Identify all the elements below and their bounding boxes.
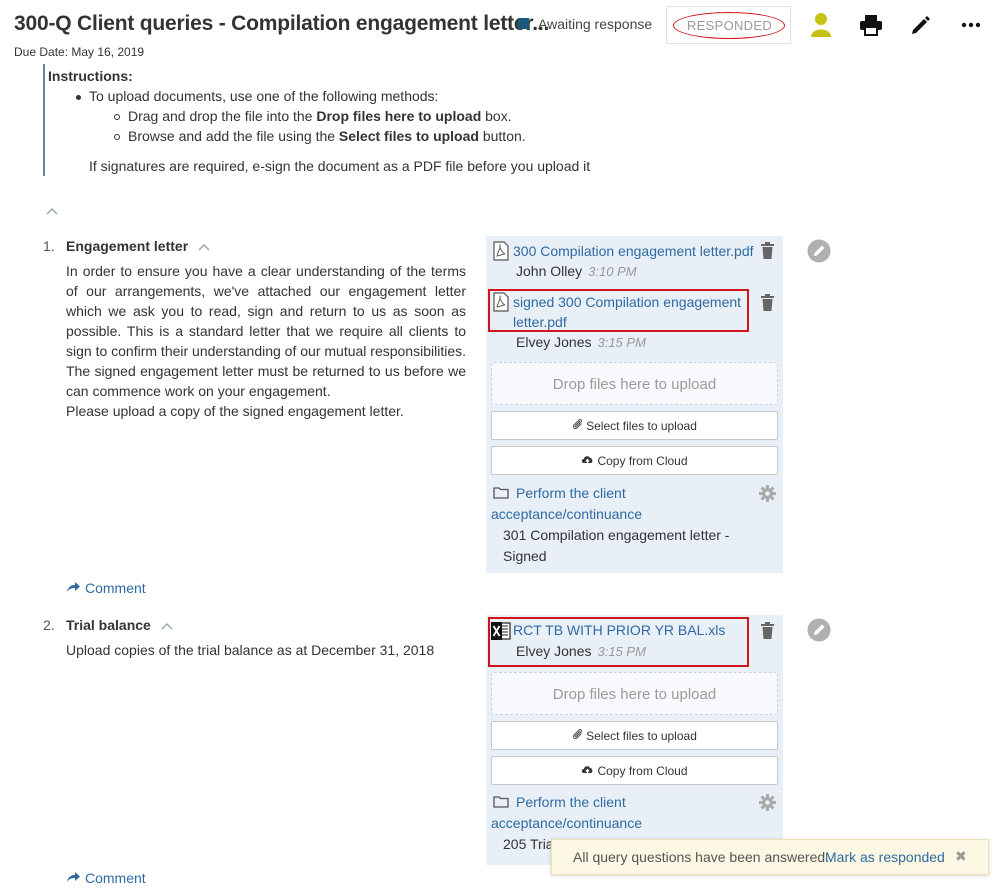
pdf-file-icon: [493, 292, 509, 315]
reply-arrow-icon: [66, 580, 81, 596]
due-date: Due Date: May 16, 2019: [14, 45, 145, 59]
print-icon[interactable]: [858, 12, 884, 38]
text-bold: Drop files here to upload: [316, 108, 482, 124]
reply-arrow-icon: [66, 870, 81, 886]
file-meta: Elvey Jones 3:15 PM: [516, 334, 646, 350]
paperclip-icon: [572, 728, 583, 743]
select-files-button[interactable]: Select files to upload: [491, 411, 778, 440]
text: box.: [481, 108, 512, 124]
comment-label: Comment: [85, 870, 146, 886]
text: Browse and add the file using the: [128, 128, 339, 144]
comment-label: Comment: [85, 580, 146, 596]
instructions-note: If signatures are required, e-sign the d…: [89, 158, 591, 174]
copy-from-cloud-label: Copy from Cloud: [597, 763, 688, 778]
file-meta: John Olley 3:10 PM: [516, 263, 637, 279]
cloud-upload-icon: [581, 454, 594, 468]
file-link[interactable]: letter.pdf: [513, 312, 567, 332]
file-user: Elvey Jones: [516, 334, 592, 350]
question-body: Upload copies of the trial balance as at…: [66, 642, 435, 658]
question-header: Trial balance: [66, 617, 173, 633]
user-icon[interactable]: [808, 12, 834, 38]
status-indicator: [518, 18, 529, 29]
copy-from-cloud-button[interactable]: Copy from Cloud: [491, 446, 778, 475]
more-horizontal-icon[interactable]: [958, 12, 984, 38]
paperclip-icon: [572, 418, 583, 433]
file-time: 3:10 PM: [588, 264, 637, 279]
drop-zone[interactable]: Drop files here to upload: [491, 672, 778, 715]
notification-toast: All query questions have been answered. …: [551, 839, 989, 875]
procedure-document: Signed: [503, 548, 547, 564]
question-title: Engagement letter: [66, 238, 189, 254]
instructions-title: Instructions:: [48, 68, 133, 84]
question-body-2: Please upload a copy of the signed engag…: [66, 403, 404, 419]
question-number: 2.: [43, 617, 55, 633]
file-link[interactable]: signed 300 Compilation engagement: [513, 292, 741, 312]
close-icon[interactable]: ✖: [955, 848, 967, 865]
file-meta: Elvey Jones 3:15 PM: [516, 643, 646, 659]
pdf-file-icon: [493, 241, 509, 264]
copy-from-cloud-label: Copy from Cloud: [597, 453, 688, 468]
question-body: In order to ensure you have a clear unde…: [66, 263, 466, 399]
responded-button[interactable]: RESPONDED: [666, 6, 791, 44]
bullet-circle: [114, 134, 120, 141]
file-user: John Olley: [516, 263, 583, 279]
gear-icon[interactable]: [759, 485, 776, 505]
instructions-bullet: To upload documents, use one of the foll…: [76, 88, 438, 104]
file-link[interactable]: RCT TB WITH PRIOR YR BAL.xls: [513, 620, 725, 640]
bullet-circle: [114, 114, 120, 121]
gear-icon[interactable]: [759, 794, 776, 814]
trash-icon[interactable]: [760, 241, 775, 263]
collapse-question-icon[interactable]: [198, 238, 210, 254]
collapse-instructions-icon[interactable]: [46, 202, 58, 218]
edit-question-icon[interactable]: [807, 618, 831, 645]
page-title: 300-Q Client queries - Compilation engag…: [14, 12, 550, 35]
cloud-upload-icon: [581, 764, 594, 778]
select-files-button[interactable]: Select files to upload: [491, 721, 778, 750]
bullet-dot: [76, 94, 81, 100]
file-link[interactable]: 300 Compilation engagement letter.pdf: [513, 241, 754, 261]
folder-icon: [493, 486, 509, 502]
text: button.: [478, 128, 526, 144]
question-header: Engagement letter: [66, 238, 210, 254]
drop-zone[interactable]: Drop files here to upload: [491, 362, 778, 405]
copy-from-cloud-button[interactable]: Copy from Cloud: [491, 756, 778, 785]
file-user: Elvey Jones: [516, 643, 592, 659]
text-bold: Select files to upload: [338, 128, 479, 144]
instructions-bullet-text: To upload documents, use one of the foll…: [89, 88, 439, 104]
instructions-border: [43, 64, 45, 176]
procedure-link[interactable]: acceptance/continuance: [491, 504, 642, 524]
procedure-document: 301 Compilation engagement letter -: [503, 527, 730, 543]
excel-file-icon: [491, 621, 511, 644]
text: Drag and drop the file into the: [128, 108, 317, 124]
instructions-sub-2: Browse and add the file using the Select…: [114, 128, 526, 144]
file-time: 3:15 PM: [597, 335, 646, 350]
folder-icon: [493, 795, 509, 811]
toast-message: All query questions have been answered.: [573, 849, 830, 865]
edit-pencil-icon[interactable]: [908, 12, 934, 38]
responded-label: RESPONDED: [686, 18, 773, 33]
select-files-label: Select files to upload: [586, 418, 697, 433]
question-title: Trial balance: [66, 617, 151, 633]
procedure-link[interactable]: Perform the client: [516, 792, 626, 812]
instructions-sub-1: Drag and drop the file into the Drop fil…: [114, 108, 512, 124]
select-files-label: Select files to upload: [586, 728, 697, 743]
comment-link[interactable]: Comment: [66, 870, 146, 886]
status-label: Awaiting response: [538, 16, 653, 32]
file-time: 3:15 PM: [597, 644, 646, 659]
mark-as-responded-link[interactable]: Mark as responded: [825, 849, 945, 865]
edit-question-icon[interactable]: [807, 239, 831, 266]
question-number: 1.: [43, 238, 55, 254]
trash-icon[interactable]: [760, 293, 775, 315]
procedure-link[interactable]: acceptance/continuance: [491, 813, 642, 833]
trash-icon[interactable]: [760, 621, 775, 643]
procedure-link[interactable]: Perform the client: [516, 483, 626, 503]
comment-link[interactable]: Comment: [66, 580, 146, 596]
collapse-question-icon[interactable]: [161, 617, 173, 633]
procedure-document: 205 Tria: [503, 836, 554, 852]
